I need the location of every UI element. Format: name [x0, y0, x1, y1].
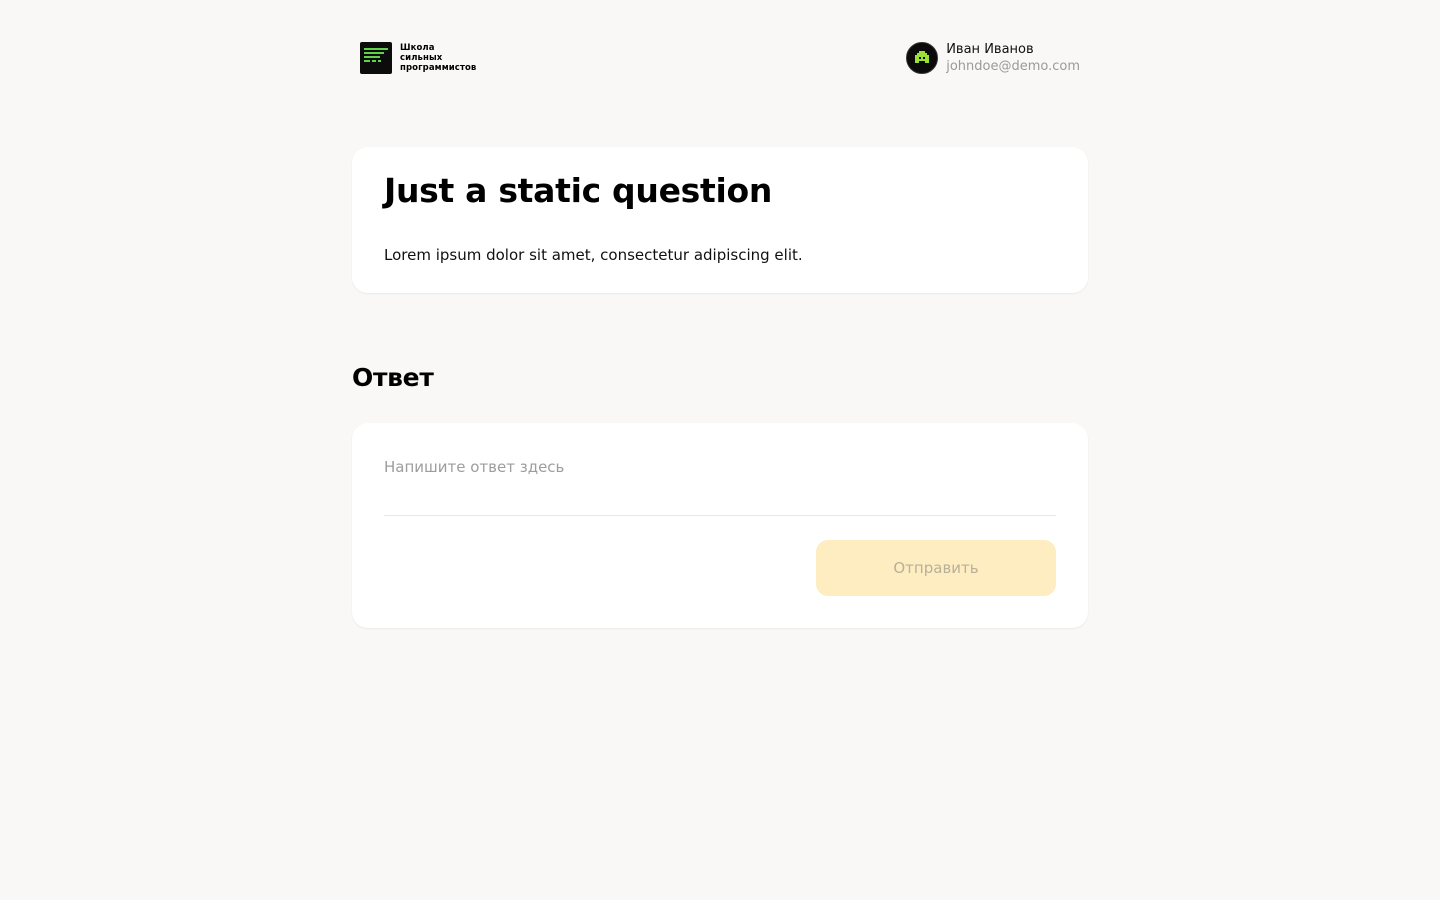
page: Школа сильных программистов Иван Иванов … [0, 0, 1440, 900]
logo-text: Школа сильных программистов [400, 43, 476, 73]
logo-line-1: Школа [400, 43, 435, 53]
answer-input[interactable] [384, 455, 1056, 516]
user-name: Иван Иванов [946, 42, 1034, 57]
question-card: Just a static question Lorem ipsum dolor… [352, 147, 1088, 293]
user-profile[interactable]: Иван Иванов johndoe@demo.com [906, 41, 1080, 75]
answer-heading: Ответ [352, 363, 434, 392]
logo-line-3: программистов [400, 63, 477, 73]
pixel-avatar-icon [906, 42, 939, 74]
submit-row: Отправить [384, 540, 1056, 596]
school-logo[interactable]: Школа сильных программистов [360, 42, 476, 74]
question-text: Lorem ipsum dolor sit amet, consectetur … [384, 246, 803, 264]
question-title: Just a static question [384, 171, 773, 210]
user-info: Иван Иванов johndoe@demo.com [946, 41, 1080, 75]
header: Школа сильных программистов Иван Иванов … [360, 40, 1080, 76]
logo-line-2: сильных [400, 53, 443, 63]
submit-button[interactable]: Отправить [816, 540, 1056, 596]
answer-card: Отправить [352, 423, 1088, 628]
user-email: johndoe@demo.com [946, 59, 1080, 74]
code-lines-icon [360, 42, 392, 74]
